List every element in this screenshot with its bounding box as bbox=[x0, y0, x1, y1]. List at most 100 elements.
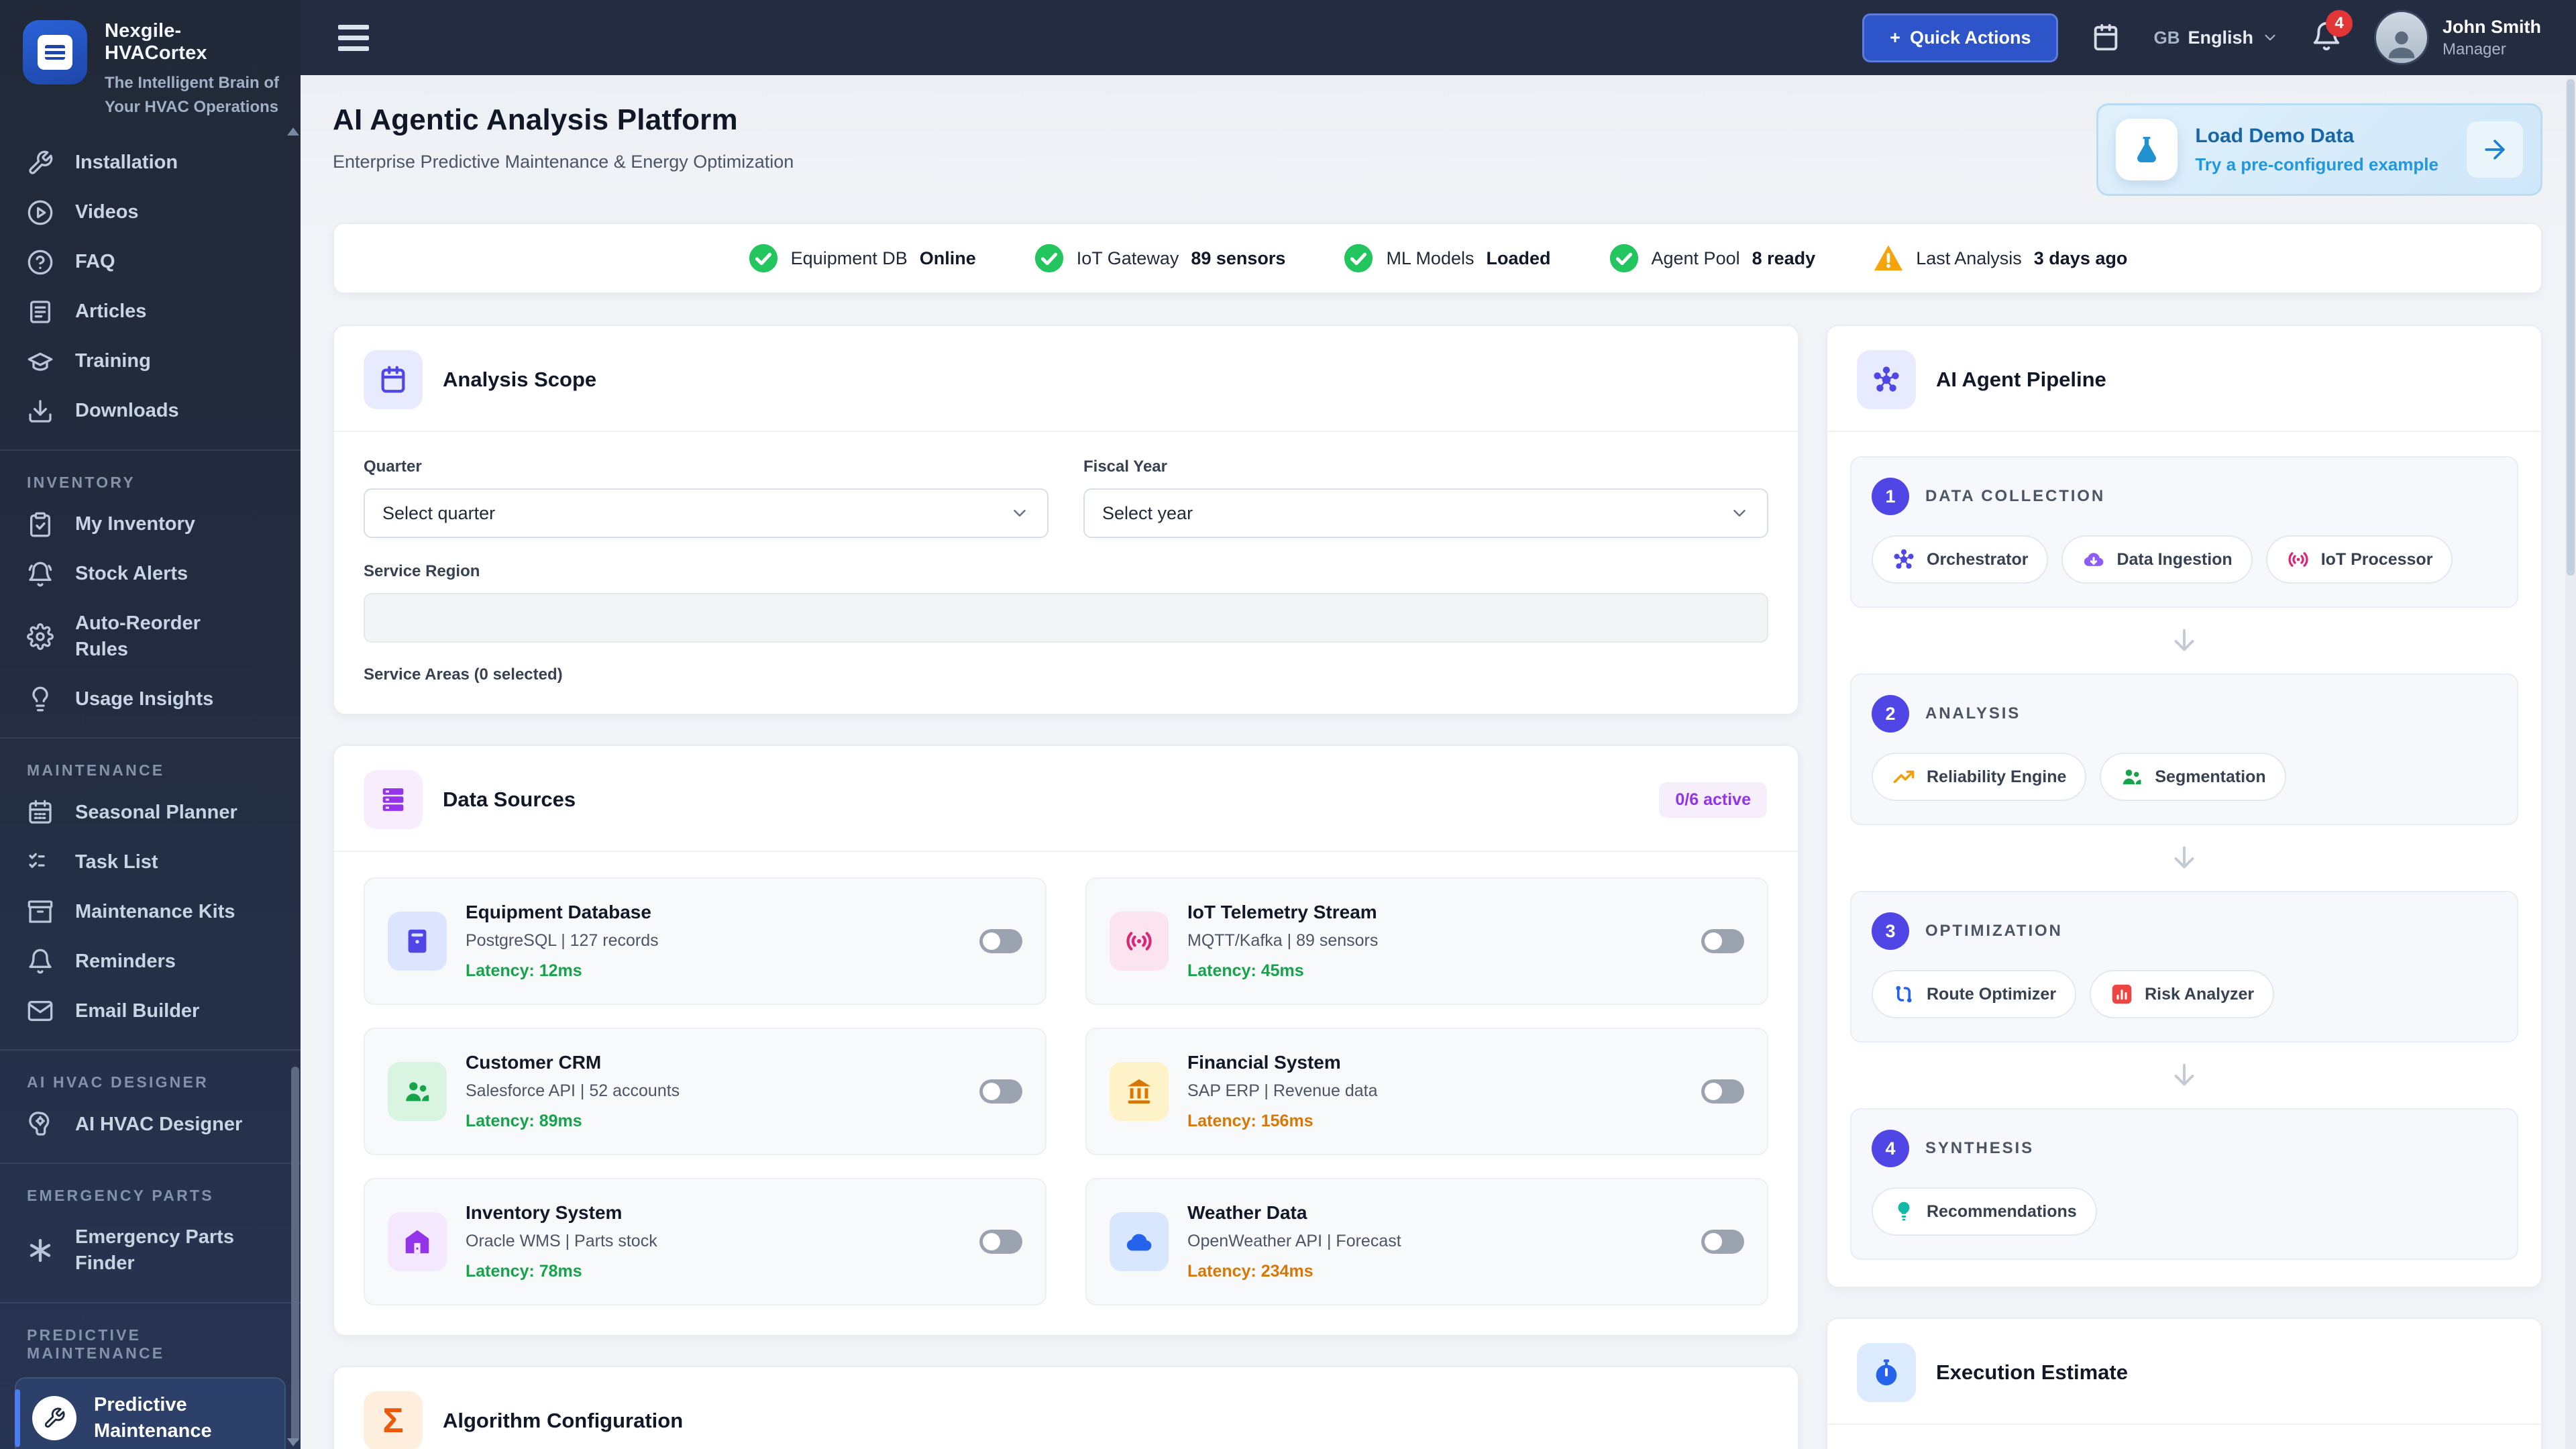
avatar bbox=[2374, 10, 2429, 65]
system-status-bar: Equipment DB Online IoT Gateway 89 senso… bbox=[333, 223, 2542, 294]
download-icon bbox=[29, 400, 52, 423]
load-demo-data-button[interactable]: Load Demo Data Try a pre-configured exam… bbox=[2096, 103, 2542, 196]
toggle-switch[interactable] bbox=[1701, 1079, 1744, 1104]
sidebar-item-reminders[interactable]: Reminders bbox=[0, 936, 301, 986]
wrench-icon bbox=[29, 150, 53, 174]
page-subtitle: Enterprise Predictive Maintenance & Ener… bbox=[333, 152, 794, 172]
sidebar: Nexgile-HVACortex The Intelligent Brain … bbox=[0, 0, 301, 1449]
page-scrollbar-thumb[interactable] bbox=[2567, 79, 2575, 576]
sidebar-item-downloads[interactable]: Downloads bbox=[0, 386, 301, 436]
calendar-icon bbox=[29, 800, 52, 824]
pipeline-stage-synthesis: 4 SYNTHESIS Recommendations bbox=[1850, 1108, 2518, 1260]
active-count-badge: 0/6 active bbox=[1659, 782, 1767, 818]
toggle-switch[interactable] bbox=[1701, 1230, 1744, 1254]
pipeline-stage-data-collection: 1 DATA COLLECTION Orchestrator Data Inge… bbox=[1850, 456, 2518, 608]
sidebar-divider bbox=[0, 1301, 301, 1303]
toggle-switch[interactable] bbox=[979, 1079, 1022, 1104]
sidebar-item-auto-reorder-rules[interactable]: Auto-Reorder Rules bbox=[0, 599, 301, 674]
mail-icon bbox=[28, 1001, 53, 1022]
play-circle-icon bbox=[28, 200, 53, 225]
user-name: John Smith bbox=[2443, 16, 2541, 37]
broadcast-icon bbox=[2288, 552, 2308, 567]
sidebar-item-training[interactable]: Training bbox=[0, 337, 301, 386]
app-root: Nexgile-HVACortex The Intelligent Brain … bbox=[0, 0, 2576, 1449]
sidebar-item-ai-hvac-designer[interactable]: AI HVAC Designer bbox=[0, 1099, 301, 1149]
flask-icon bbox=[2116, 119, 2178, 180]
sidebar-item-my-inventory[interactable]: My Inventory bbox=[0, 500, 301, 549]
scroll-down-icon[interactable] bbox=[287, 1438, 299, 1446]
broadcast-icon bbox=[1110, 912, 1169, 971]
data-sources-card: Data Sources 0/6 active Equipment Databa… bbox=[333, 745, 1799, 1336]
sidebar-item-seasonal-planner[interactable]: Seasonal Planner bbox=[0, 788, 301, 837]
brand-name: Nexgile-HVACortex bbox=[105, 20, 207, 64]
lightbulb-icon bbox=[32, 686, 48, 712]
arrow-down-icon bbox=[1850, 1042, 2518, 1108]
scroll-up-icon[interactable] bbox=[287, 127, 299, 136]
sidebar-item-maintenance-kits[interactable]: Maintenance Kits bbox=[0, 887, 301, 936]
sidebar-section-maintenance: MAINTENANCE bbox=[27, 761, 165, 780]
data-source-inventory-system: Inventory System Oracle WMS | Parts stoc… bbox=[364, 1178, 1046, 1305]
toggle-switch[interactable] bbox=[979, 929, 1022, 953]
brand-tagline: The Intelligent Brain of Your HVAC Opera… bbox=[105, 74, 280, 116]
graduation-cap-icon bbox=[28, 352, 53, 371]
agent-route-optimizer: Route Optimizer bbox=[1872, 970, 2077, 1018]
sidebar-item-predictive-maintenance[interactable]: Predictive Maintenance bbox=[15, 1377, 286, 1449]
card-title: Data Sources bbox=[443, 788, 576, 811]
sidebar-item-stock-alerts[interactable]: Stock Alerts bbox=[0, 549, 301, 599]
agent-recommendations: Recommendations bbox=[1872, 1187, 2097, 1236]
help-circle-icon bbox=[28, 250, 53, 275]
sidebar-item-emergency-parts-finder[interactable]: Emergency Parts Finder bbox=[0, 1213, 301, 1288]
card-title: Algorithm Configuration bbox=[443, 1409, 684, 1432]
sidebar-item-videos[interactable]: Videos bbox=[0, 188, 301, 237]
language-selector[interactable]: GB English bbox=[2153, 28, 2279, 48]
sidebar-item-task-list[interactable]: Task List bbox=[0, 837, 301, 887]
bell-ring-icon bbox=[28, 561, 52, 587]
fiscal-year-select[interactable]: Select year bbox=[1083, 488, 1768, 538]
user-role: Manager bbox=[2443, 40, 2506, 58]
sidebar-item-articles[interactable]: Articles bbox=[0, 287, 301, 337]
task-list-icon bbox=[29, 853, 45, 869]
sidebar-item-faq[interactable]: FAQ bbox=[0, 237, 301, 287]
sidebar-scrollbar-thumb[interactable] bbox=[291, 1067, 299, 1442]
sidebar-divider bbox=[0, 1049, 301, 1051]
gear-icon bbox=[27, 623, 54, 651]
network-icon bbox=[1894, 549, 1914, 569]
service-region-input[interactable] bbox=[364, 593, 1768, 643]
trending-up-icon bbox=[1893, 770, 1915, 784]
network-icon bbox=[1857, 350, 1916, 409]
quick-actions-button[interactable]: + Quick Actions bbox=[1862, 13, 2059, 62]
sidebar-scrollbar[interactable] bbox=[287, 127, 299, 1449]
language-label: English bbox=[2188, 27, 2253, 48]
topbar: + Quick Actions GB English 4 John Smith … bbox=[301, 0, 2576, 75]
card-title: AI Agent Pipeline bbox=[1936, 368, 2106, 391]
stopwatch-icon bbox=[1857, 1343, 1916, 1402]
toggle-switch[interactable] bbox=[1701, 929, 1744, 953]
card-title: Analysis Scope bbox=[443, 368, 597, 391]
arrow-right-button[interactable] bbox=[2467, 121, 2523, 178]
agent-risk-analyzer: Risk Analyzer bbox=[2090, 970, 2275, 1018]
calendar-icon[interactable] bbox=[2090, 22, 2121, 53]
page-scrollbar[interactable] bbox=[2565, 75, 2576, 1449]
bank-icon bbox=[1110, 1062, 1169, 1121]
head-gear-icon bbox=[29, 1112, 50, 1136]
user-profile[interactable]: John Smith Manager bbox=[2374, 10, 2541, 65]
data-source-financial-system: Financial System SAP ERP | Revenue data … bbox=[1085, 1028, 1768, 1155]
sidebar-section-predictive-maintenance: PREDICTIVE MAINTENANCE bbox=[27, 1326, 165, 1362]
pipeline-stage-optimization: 3 OPTIMIZATION Route Optimizer Risk Anal… bbox=[1850, 891, 2518, 1042]
toggle-switch[interactable] bbox=[979, 1230, 1022, 1254]
sidebar-item-installation[interactable]: Installation bbox=[0, 138, 301, 188]
clipboard-check-icon bbox=[30, 512, 51, 537]
sidebar-item-email-builder[interactable]: Email Builder bbox=[0, 986, 301, 1036]
hamburger-menu-icon[interactable] bbox=[338, 24, 369, 51]
sidebar-item-usage-insights[interactable]: Usage Insights bbox=[0, 674, 301, 724]
warehouse-icon bbox=[388, 1212, 447, 1271]
users-icon bbox=[388, 1062, 447, 1121]
algorithm-configuration-card: Σ Algorithm Configuration bbox=[333, 1366, 1799, 1449]
notifications-button[interactable]: 4 bbox=[2311, 9, 2353, 55]
check-circle-icon bbox=[749, 244, 777, 273]
content: AI Agentic Analysis Platform Enterprise … bbox=[301, 75, 2576, 1449]
data-source-iot-telemetry: IoT Telemetry Stream MQTT/Kafka | 89 sen… bbox=[1085, 877, 1768, 1005]
card-title: Execution Estimate bbox=[1936, 1360, 2128, 1384]
quarter-select[interactable]: Select quarter bbox=[364, 488, 1049, 538]
wrench-circle-icon bbox=[32, 1395, 76, 1440]
